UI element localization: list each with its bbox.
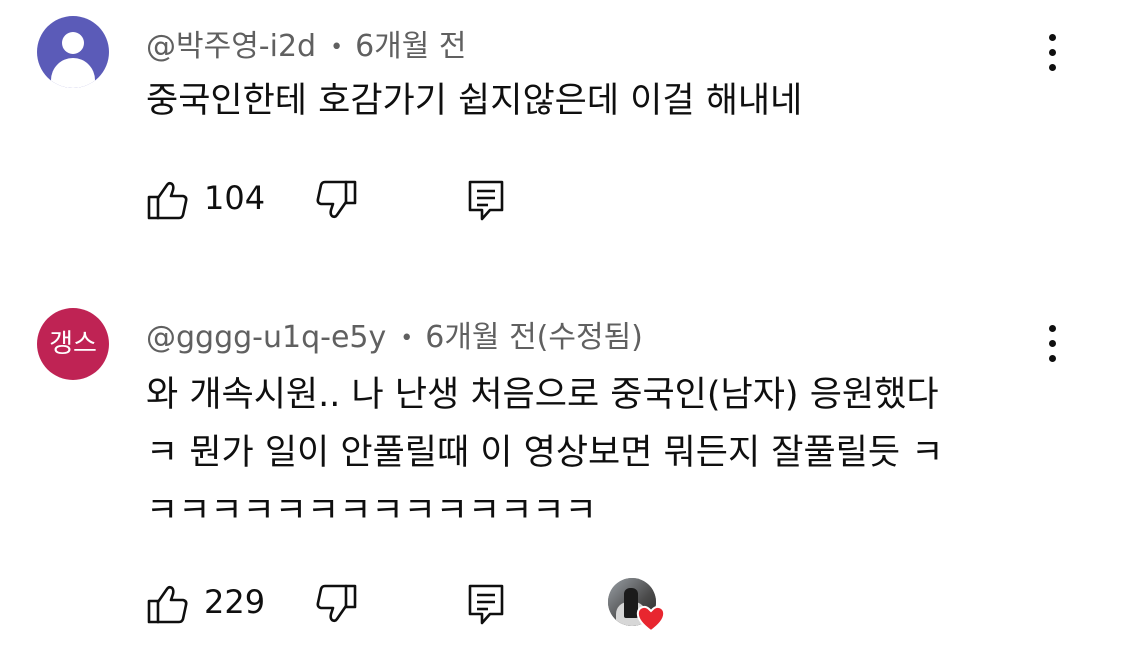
thumbs-down-icon[interactable] [314, 178, 358, 222]
comment-text: 와 개속시원.. 나 난생 처음으로 중국인(남자) 응원했다 ㅋ 뭔가 일이 … [146, 369, 943, 537]
thumbs-up-icon[interactable] [146, 582, 190, 626]
separator-dot: • [330, 35, 344, 60]
timestamp: 6개월 전 [355, 29, 467, 64]
comment-line: 와 개속시원.. 나 난생 처음으로 중국인(남자) 응원했다 [146, 375, 939, 415]
like-count: 229 [204, 583, 266, 621]
comment-line: 중국인한테 호감가기 쉽지않은데 이걸 해내네 [146, 81, 803, 121]
avatar[interactable] [37, 16, 109, 88]
more-vertical-icon[interactable] [1038, 322, 1068, 366]
heart-icon [636, 605, 666, 632]
author-name[interactable]: @박주영-i2d [146, 29, 316, 64]
timestamp: 6개월 전(수정됨) [425, 320, 643, 355]
comment-actions: 229 [146, 578, 746, 632]
like-count: 104 [204, 179, 266, 217]
comment-meta: @gggg-u1q-e5y • 6개월 전(수정됨) [146, 312, 643, 356]
separator-dot: • [400, 326, 414, 351]
thumbs-down-icon[interactable] [314, 582, 358, 626]
comment-item: @박주영-i2d • 6개월 전 중국인한테 호감가기 쉽지않은데 이걸 해내네 1… [0, 0, 1125, 280]
thumbs-up-icon[interactable] [146, 178, 190, 222]
reply-icon[interactable] [464, 178, 508, 222]
avatar-head [62, 32, 84, 54]
avatar[interactable]: 갱스 [37, 308, 109, 380]
comment-line: ㅋㅋㅋㅋㅋㅋㅋㅋㅋㅋㅋㅋㅋㅋ [146, 491, 597, 531]
more-vertical-icon[interactable] [1038, 31, 1068, 75]
comment-actions: 104 [146, 176, 746, 226]
author-name[interactable]: @gggg-u1q-e5y [146, 320, 386, 355]
comment-line: ㅋ 뭔가 일이 안풀릴때 이 영상보면 뭐든지 잘풀릴듯 ㅋ [146, 433, 944, 473]
avatar-body [51, 58, 95, 88]
comment-item: 갱스 @gggg-u1q-e5y • 6개월 전(수정됨) 와 개속시원.. 나 난… [0, 280, 1125, 650]
reply-icon[interactable] [464, 582, 508, 626]
comment-meta: @박주영-i2d • 6개월 전 [146, 21, 467, 65]
comment-text: 중국인한테 호감가기 쉽지않은데 이걸 해내네 [146, 75, 802, 127]
creator-heart-badge [608, 578, 668, 638]
